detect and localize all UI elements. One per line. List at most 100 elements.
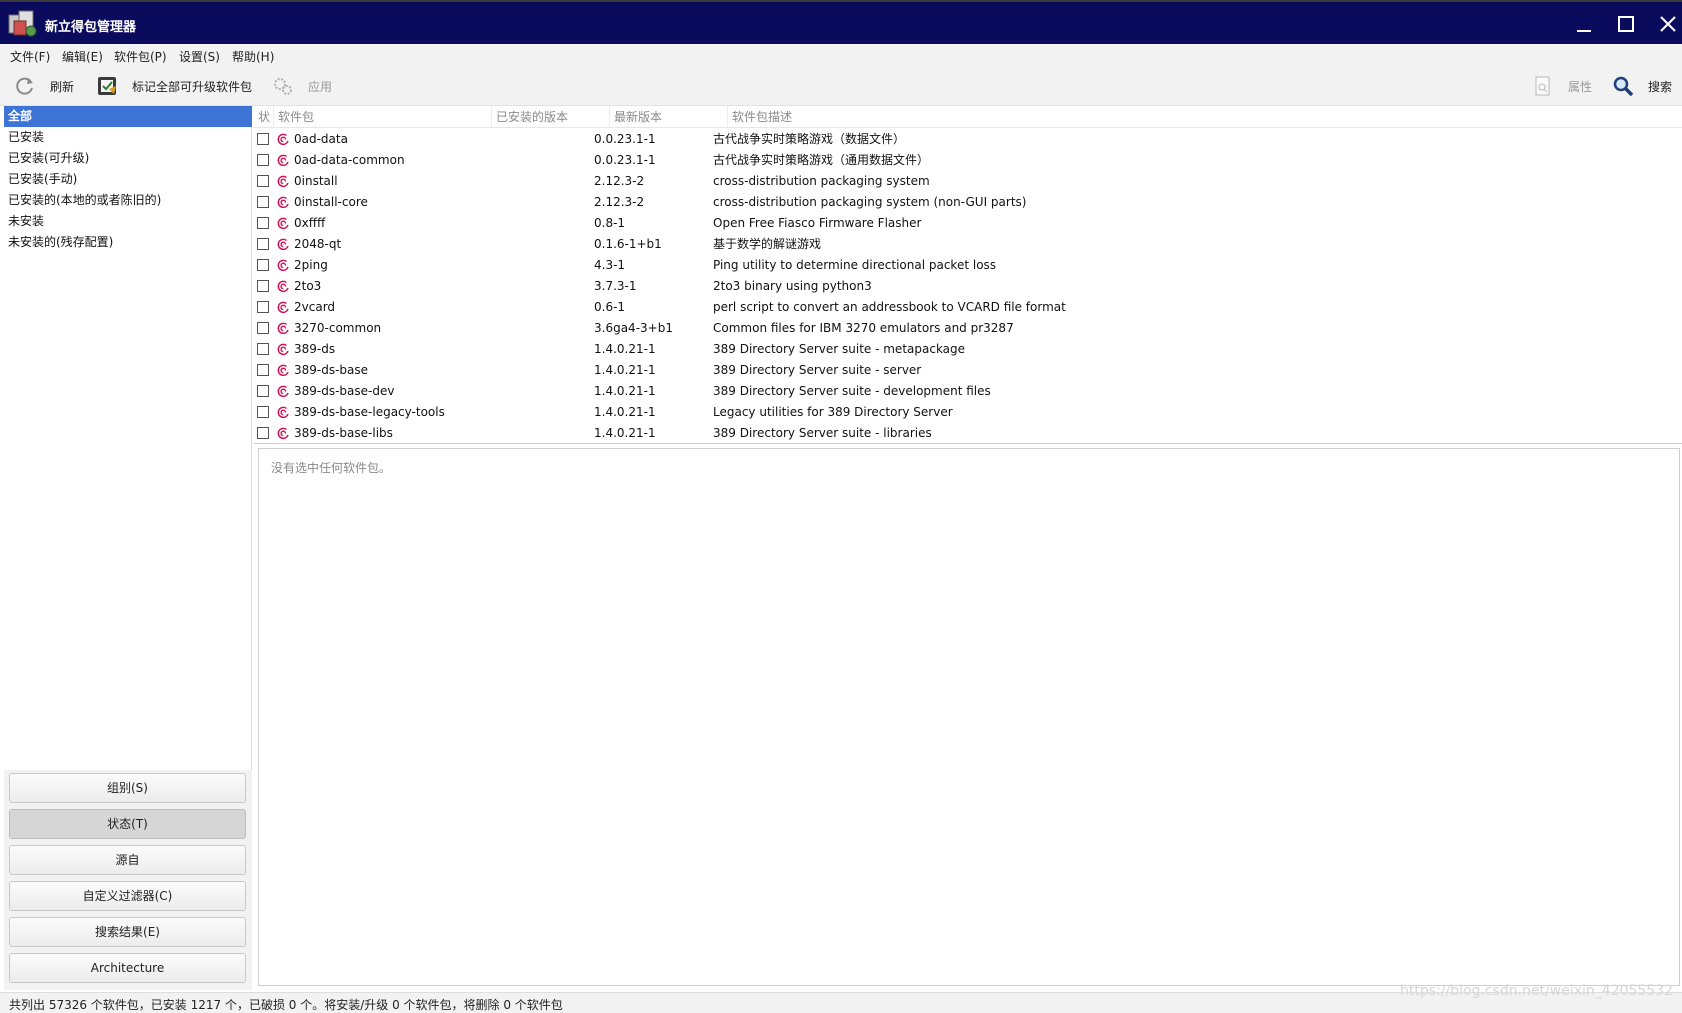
apply-button[interactable]: 应用 [272,72,332,100]
description-text: 没有选中任何软件包。 [271,461,392,475]
package-description: Ping utility to determine directional pa… [713,258,997,272]
mark-checkbox[interactable] [257,154,269,166]
table-row[interactable]: 389-ds-base-legacy-tools 1.4.0.21-1 Legacy… [254,402,1682,423]
mark-checkbox[interactable] [257,196,269,208]
column-status[interactable]: 状 [254,106,274,128]
debian-icon [277,154,289,166]
window-title: 新立得包管理器 [45,20,137,35]
apply-label: 应用 [308,79,333,94]
table-row[interactable]: 0xffff 0.8-1 Open Free Fiasco Firmware Fla… [254,213,1682,234]
column-description[interactable]: 软件包描述 [728,106,1682,128]
debian-icon [277,406,289,418]
architecture-button[interactable]: Architecture [9,953,246,983]
filter-installed[interactable]: 已安装 [4,127,252,148]
table-row[interactable]: 0ad-data-common 0.0.23.1-1 古代战争实时策略游戏（通用数据… [254,150,1682,171]
debian-icon [277,133,289,145]
debian-icon [277,385,289,397]
filter-all[interactable]: 全部 [4,106,252,127]
package-description: Common files for IBM 3270 emulators and … [713,321,1014,335]
mark-checkbox[interactable] [257,385,269,397]
table-row[interactable]: 2048-qt 0.1.6-1+b1 基于数学的解谜游戏 [254,234,1682,255]
mark-checkbox[interactable] [257,427,269,439]
table-row[interactable]: 389-ds 1.4.0.21-1 389 Directory Server sui… [254,339,1682,360]
debian-icon [277,301,289,313]
minimize-icon[interactable] [1572,12,1596,36]
watermark: https://blog.csdn.net/weixin_42055532 [1400,983,1674,999]
mark-checkbox[interactable] [257,301,269,313]
mark-checkbox[interactable] [257,322,269,334]
package-name: 389-ds-base-libs [294,426,393,440]
table-row[interactable]: 389-ds-base-dev 1.4.0.21-1 389 Directory S… [254,381,1682,402]
menu-edit[interactable]: 编辑(E) [62,48,103,65]
mark-checkbox[interactable] [257,406,269,418]
package-name: 389-ds [294,342,336,356]
origin-button[interactable]: 源自 [9,845,246,875]
mark-checkbox[interactable] [257,259,269,271]
package-description: 2to3 binary using python3 [713,279,872,293]
debian-icon [277,238,289,250]
debian-icon [277,196,289,208]
menu-file[interactable]: 文件(F) [10,48,50,65]
mark-checkbox[interactable] [257,133,269,145]
package-name: 0install [294,174,338,188]
mark-checkbox[interactable] [257,175,269,187]
table-row[interactable]: 2ping 4.3-1 Ping utility to determine dire… [254,255,1682,276]
menu-help[interactable]: 帮助(H) [232,48,274,65]
table-row[interactable]: 389-ds-base-libs 1.4.0.21-1 389 Directory … [254,423,1682,444]
mark-all-upgrades-label: 标记全部可升级软件包 [132,79,253,94]
filter-installed-manual[interactable]: 已安装(手动) [4,169,252,190]
package-description: 古代战争实时策略游戏（数据文件） [713,132,906,146]
filter-installed-upgradable[interactable]: 已安装(可升级) [4,148,252,169]
package-name: 2048-qt [294,237,342,251]
mark-checkbox[interactable] [257,280,269,292]
table-row[interactable]: 2to3 3.7.3-1 2to3 binary using python3 [254,276,1682,297]
toolbar: 刷新 标记全部可升级软件包 应用 属性 搜索 [0,66,1682,106]
package-description: Legacy utilities for 389 Directory Serve… [713,405,953,419]
close-icon[interactable] [1656,12,1680,36]
table-row[interactable]: 2vcard 0.6-1 perl script to convert an add… [254,297,1682,318]
debian-icon [277,259,289,271]
table-row[interactable]: 0install-core 2.12.3-2 cross-distribution … [254,192,1682,213]
table-row[interactable]: 389-ds-base 1.4.0.21-1 389 Directory Serve… [254,360,1682,381]
filter-installed-local-obsolete[interactable]: 已安装的(本地的或者陈旧的) [4,190,252,211]
column-installed-version[interactable]: 已安装的版本 [492,106,610,128]
debian-icon [277,427,289,439]
mark-checkbox[interactable] [257,217,269,229]
latest-version: 0.8-1 [594,216,626,230]
column-latest-version[interactable]: 最新版本 [610,106,728,128]
table-row[interactable]: 0install 2.12.3-2 cross-distribution packa… [254,171,1682,192]
package-name: 389-ds-base [294,363,369,377]
package-name: 0ad-data-common [294,153,405,167]
filter-not-installed[interactable]: 未安装 [4,211,252,232]
menu-bar: 文件(F) 编辑(E) 软件包(P) 设置(S) 帮助(H) [0,44,1682,66]
package-description: cross-distribution packaging system [713,174,930,188]
latest-version: 0.0.23.1-1 [594,153,656,167]
search-icon [1613,76,1634,97]
package-description: 389 Directory Server suite - development… [713,384,991,398]
latest-version: 0.6-1 [594,300,626,314]
filter-not-installed-residual[interactable]: 未安装的(残存配置) [4,232,252,253]
search-button[interactable]: 搜索 [1612,72,1672,100]
menu-package[interactable]: 软件包(P) [114,48,167,65]
custom-filters-button[interactable]: 自定义过滤器(C) [9,881,246,911]
mark-checkbox[interactable] [257,343,269,355]
maximize-icon[interactable] [1614,12,1638,36]
mark-all-upgrades-button[interactable]: 标记全部可升级软件包 [96,72,252,100]
mark-checkbox[interactable] [257,364,269,376]
latest-version: 0.1.6-1+b1 [594,237,662,251]
column-package[interactable]: 软件包 [274,106,492,128]
status-button[interactable]: 状态(T) [9,809,246,839]
table-row[interactable]: 0ad-data 0.0.23.1-1 古代战争实时策略游戏（数据文件） [254,129,1682,150]
properties-button[interactable]: 属性 [1532,72,1592,100]
mark-checkbox[interactable] [257,238,269,250]
table-row[interactable]: 3270-common 3.6ga4-3+b1 Common files for I… [254,318,1682,339]
latest-version: 1.4.0.21-1 [594,405,656,419]
latest-version: 3.6ga4-3+b1 [594,321,673,335]
sections-button[interactable]: 组别(S) [9,773,246,803]
package-table: 状 软件包 已安装的版本 最新版本 软件包描述 0ad-data 0.0.23.1… [254,106,1682,444]
search-results-button[interactable]: 搜索结果(E) [9,917,246,947]
menu-settings[interactable]: 设置(S) [179,48,220,65]
refresh-button[interactable]: 刷新 [14,72,74,100]
latest-version: 3.7.3-1 [594,279,637,293]
mark-upgrades-icon [98,77,116,95]
